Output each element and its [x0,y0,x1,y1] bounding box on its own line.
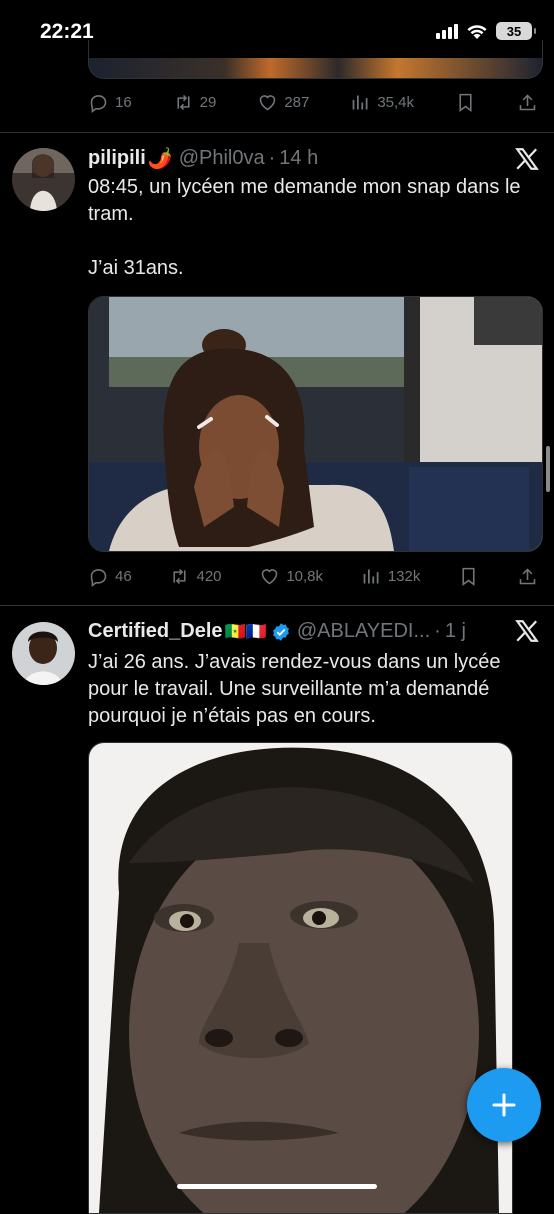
tweet-text: 08:45, un lycéen me demande mon snap dan… [88,176,521,279]
timestamp[interactable]: 1 j [445,620,466,643]
home-indicator[interactable] [177,1184,377,1189]
reply-icon [90,568,107,587]
repost-icon [173,568,187,584]
previous-tweet-media[interactable] [88,40,543,79]
plus-icon [492,1093,516,1117]
display-name[interactable]: Certified_Dele [88,620,223,643]
separator: · [268,147,276,169]
separator: · [434,620,441,642]
tweet-text: J’ai 26 ans. J’avais rendez-vous dans un… [88,651,507,727]
timestamp[interactable]: 14 h [279,147,318,170]
views-count: 132k [387,567,421,585]
avatar[interactable] [12,148,75,211]
like-count: 10,8k [286,567,324,585]
like-count: 287 [284,93,310,111]
share-icon [519,567,536,584]
bookmark-icon [459,93,472,112]
display-name[interactable]: pilipili [88,147,146,170]
x-logo-icon[interactable] [514,618,540,644]
bookmark-button[interactable] [455,92,476,113]
bookmark-button[interactable] [458,566,479,587]
tweet-pilipili[interactable]: pilipili 🌶️ @Phil0va · 14 h 08:45, un ly… [0,132,554,606]
repost-button[interactable]: 29 [173,92,217,113]
previous-tweet[interactable]: 16 29 287 35,4k [0,0,554,133]
like-button[interactable]: 287 [257,92,309,113]
avatar[interactable] [12,622,75,685]
views-button[interactable]: 132k [361,566,421,587]
repost-button[interactable]: 420 [169,566,222,587]
scroll-indicator[interactable] [546,446,550,492]
name-flags: 🇸🇳🇫🇷 [224,621,267,641]
user-handle[interactable]: @Phil0va [179,147,265,170]
share-button[interactable] [517,566,538,587]
tweet-header: Certified_Dele 🇸🇳🇫🇷 @ABLAYEDI... · 1 j [88,620,466,643]
repost-count: 29 [199,93,217,111]
like-button[interactable]: 10,8k [259,566,323,587]
views-button[interactable]: 35,4k [350,92,414,113]
reply-count: 16 [115,93,132,111]
analytics-icon [363,569,379,583]
tweet-image[interactable] [88,296,543,552]
tweet-image[interactable] [88,742,513,1214]
name-emoji: 🌶️ [147,148,173,170]
compose-button[interactable] [467,1068,541,1142]
repost-count: 420 [196,567,222,585]
tweet-header: pilipili 🌶️ @Phil0va · 14 h [88,146,318,171]
previous-tweet-actions: 16 29 287 35,4k [88,87,538,117]
x-logo-icon[interactable] [514,146,540,172]
user-handle[interactable]: @ABLAYEDI... [297,620,430,643]
views-count: 35,4k [377,93,415,111]
verified-badge-icon [272,622,289,641]
share-icon [519,93,536,110]
reply-count: 46 [115,567,132,585]
bookmark-icon [462,567,475,586]
heart-icon [262,568,278,584]
analytics-icon [352,95,368,109]
tweet-actions: 46 420 10,8k 132k [88,561,538,591]
reply-icon [90,94,107,113]
heart-icon [260,94,276,110]
share-button[interactable] [517,92,538,113]
repost-icon [177,94,190,110]
reply-button[interactable]: 46 [88,566,132,587]
reply-button[interactable]: 16 [88,92,132,113]
